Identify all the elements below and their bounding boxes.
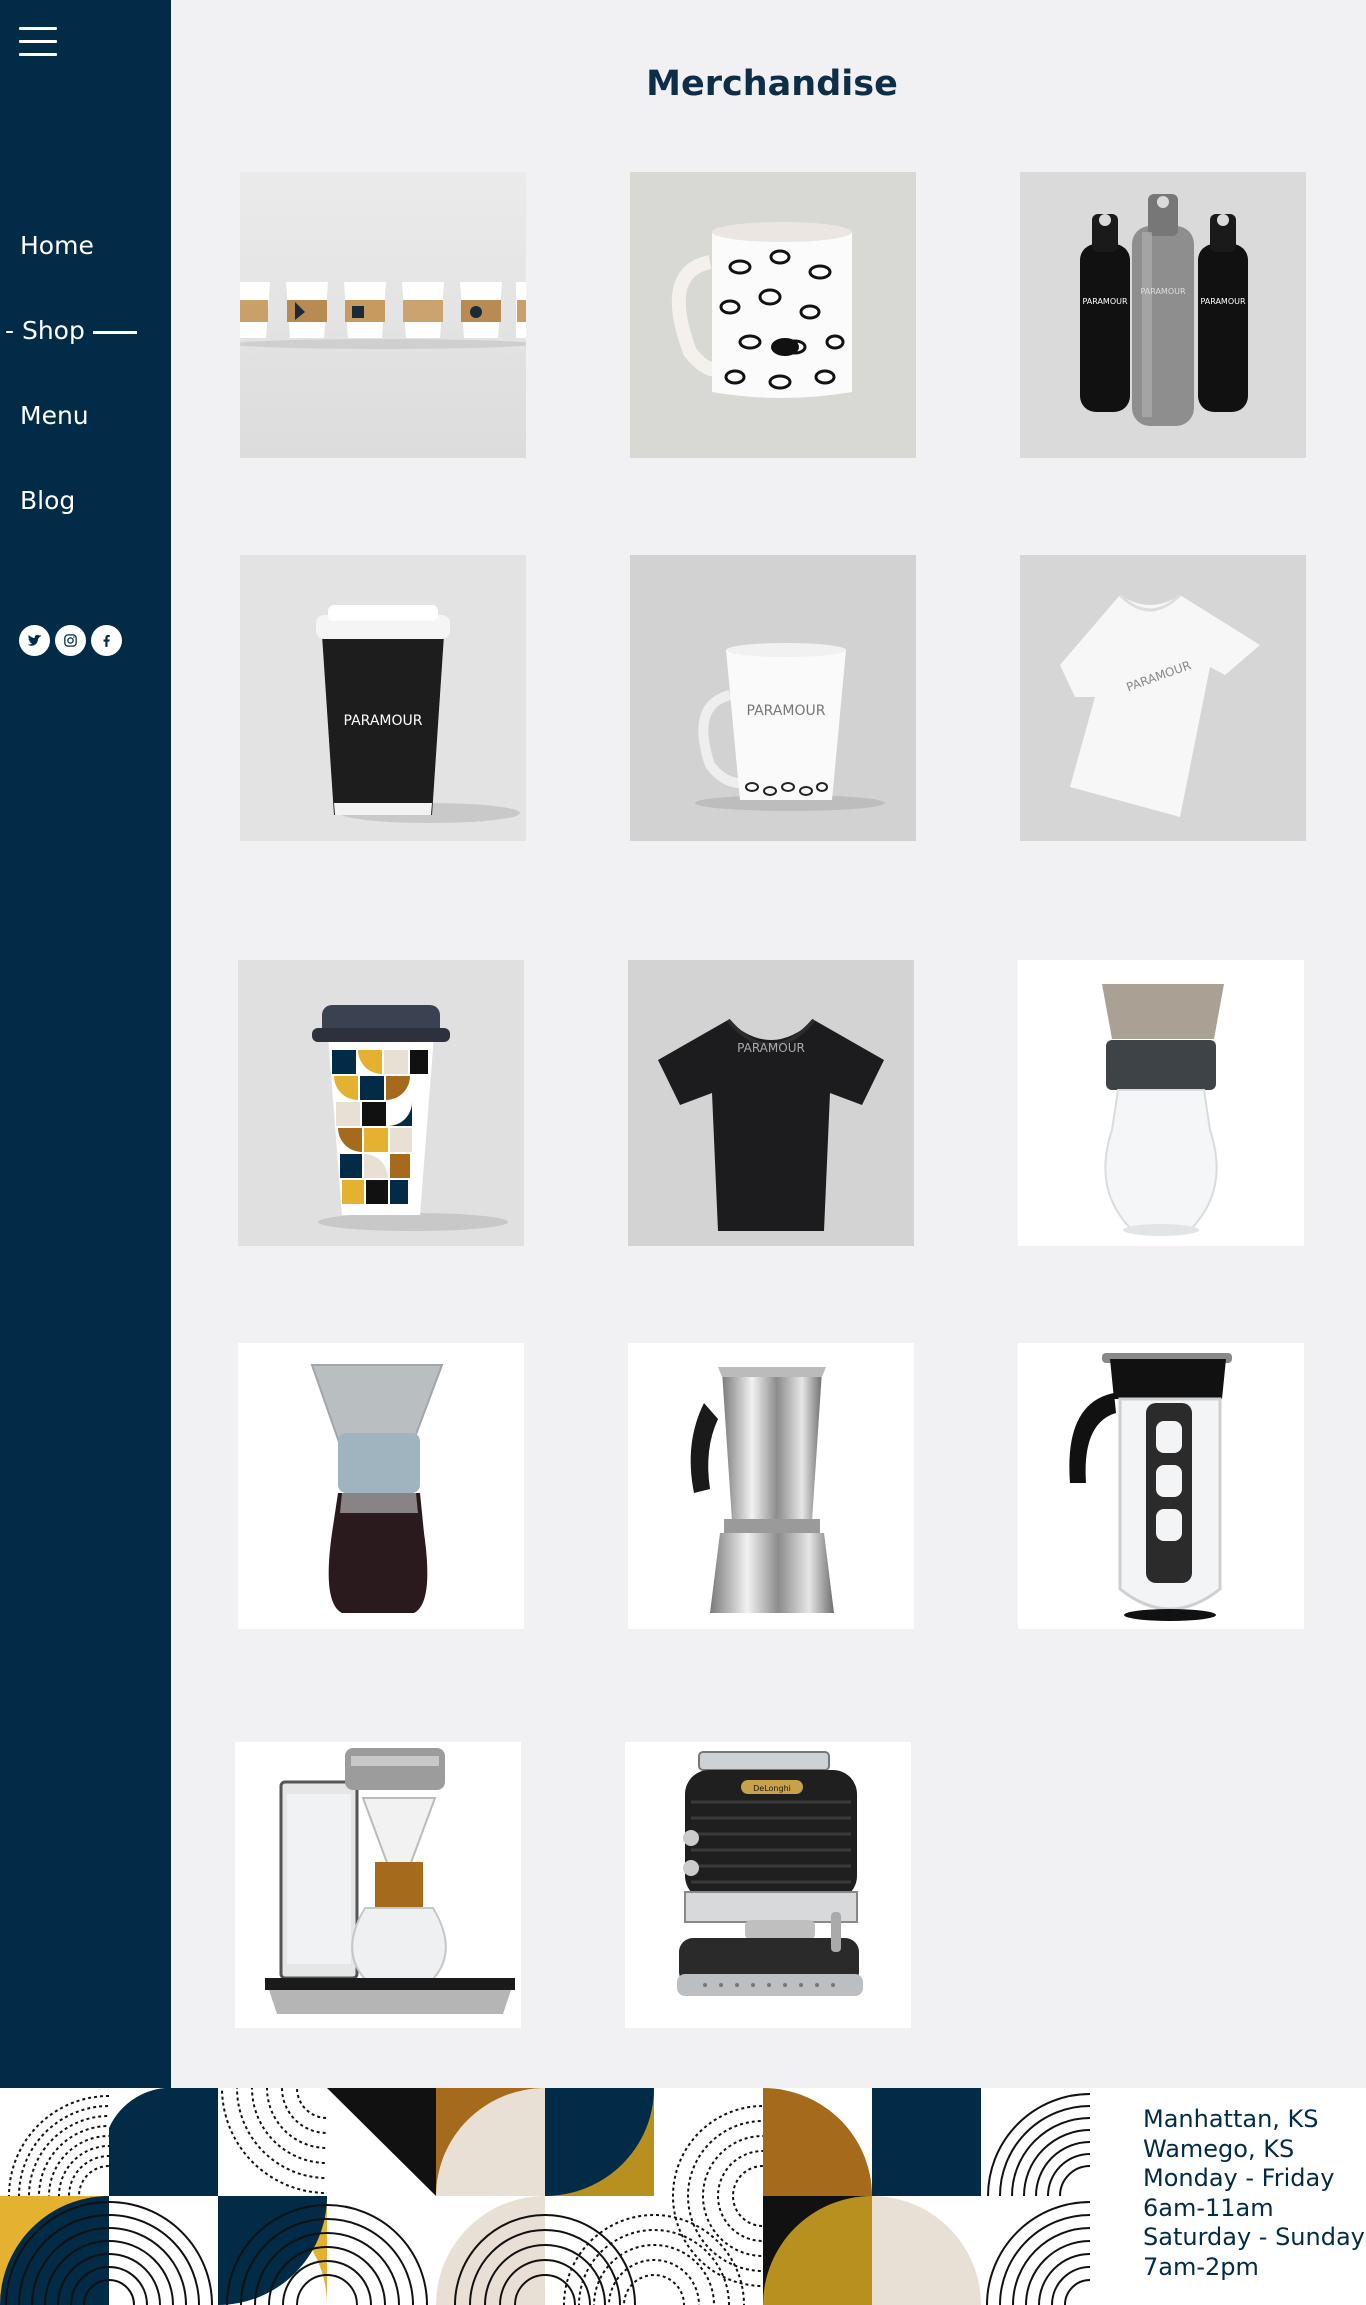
product-tile-white-mug[interactable]: PARAMOUR [630,555,916,841]
bottle-brand-text: PARAMOUR [1140,287,1186,296]
cup-brand-text: PARAMOUR [344,713,423,729]
active-indicator [92,330,137,334]
hours-days-line: Saturday - Sunday [1143,2223,1365,2252]
product-tile-patterned-travel-cup[interactable] [238,960,524,1246]
product-tile-black-paper-cup[interactable]: PARAMOUR [240,555,526,841]
sidebar: Home - Shop Menu Blog [0,0,171,2088]
facebook-icon[interactable] [91,625,122,656]
hours-days-line: Monday - Friday [1143,2164,1335,2193]
product-tile-white-tshirt[interactable]: PARAMOUR [1020,555,1306,841]
location-line: Manhattan, KS [1143,2105,1319,2133]
social-links [19,625,122,656]
nav-item-menu[interactable]: Menu [20,401,89,430]
nav-item-shop-label: - Shop [5,316,85,345]
bottle-brand-text: PARAMOUR [1082,297,1128,306]
location-line: Wamego, KS [1143,2134,1295,2163]
product-tile-espresso-machine[interactable]: DeLonghi [625,1742,911,2028]
product-tile-black-tshirt[interactable]: PARAMOUR [628,960,914,1246]
footer: Manhattan, KS Wamego, KS Monday - Friday… [0,2088,1366,2305]
twitter-icon[interactable] [19,625,50,656]
product-tile-paper-cups-row[interactable] [240,172,526,458]
tshirt-brand-text: PARAMOUR [737,1041,805,1055]
geometric-pattern-banner [0,2088,1090,2305]
location-hours: Manhattan, KS Wamego, KS Monday - Friday… [1143,2105,1365,2283]
product-tile-stovetop-espresso-pot[interactable] [628,1343,914,1629]
nav-item-blog[interactable]: Blog [20,486,75,515]
product-tile-cold-brew-pitcher[interactable] [1018,1343,1304,1629]
espresso-brand-text: DeLonghi [753,1784,791,1793]
product-tile-bean-pattern-mug[interactable] [630,172,916,458]
product-tile-glass-drip-carafe[interactable] [238,1343,524,1629]
hamburger-menu-icon[interactable] [19,27,57,59]
instagram-icon[interactable] [55,625,86,656]
nav-item-shop[interactable]: - Shop [5,316,137,345]
nav-item-home[interactable]: Home [20,231,94,260]
product-tile-pour-over-carafe[interactable] [1018,960,1304,1246]
product-tile-water-bottles[interactable]: PARAMOUR PARAMOUR PARAMOUR [1020,172,1306,458]
bottle-brand-text: PARAMOUR [1200,297,1246,306]
page-title: Merchandise [646,64,898,104]
product-tile-drip-coffee-maker[interactable] [235,1742,521,2028]
hours-time-line: 6am-11am [1143,2193,1274,2222]
mug-brand-text: PARAMOUR [747,703,826,719]
hours-time-line: 7am-2pm [1143,2252,1259,2281]
